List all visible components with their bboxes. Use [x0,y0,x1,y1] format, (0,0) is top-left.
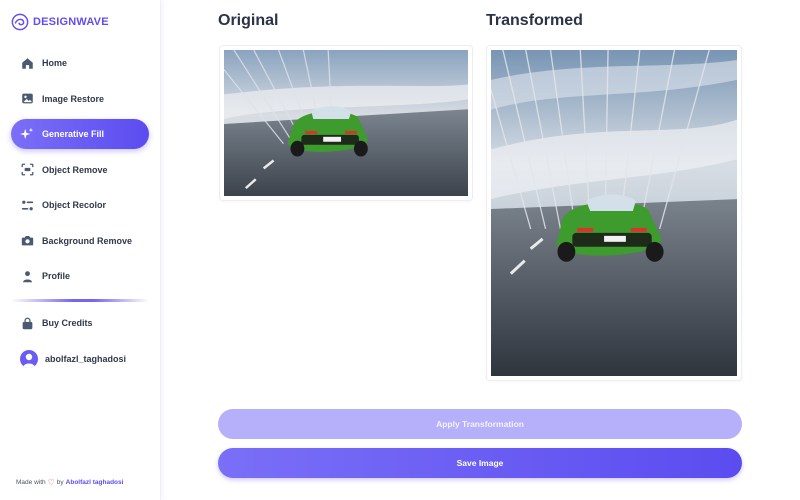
avatar-user-icon [23,353,35,368]
nav-item-background-remove[interactable]: Background Remove [11,226,149,256]
by-text: by [56,479,64,486]
user-name: abolfazl_taghadosi [45,354,127,364]
user-profile-link[interactable]: abolfazl_taghadosi [11,344,149,374]
nav-item-label: Profile [42,271,71,281]
home-icon [20,56,34,70]
sidebar-divider [11,299,149,302]
save-image-button[interactable]: Save Image [218,448,742,478]
nav-item-generative-fill[interactable]: Generative Fill [11,119,149,149]
sidebar: DESIGNWAVE Home Image Restore Generative… [0,0,161,500]
nav-item-object-remove[interactable]: Object Remove [11,155,149,185]
secondary-nav: Buy Credits abolfazl_taghadosi [11,308,149,374]
original-image-card [219,45,473,201]
user-icon [20,269,34,283]
original-title: Original [218,12,279,29]
camera-icon [20,234,34,248]
nav-item-image-restore[interactable]: Image Restore [11,84,149,114]
bag-icon [20,316,34,330]
nav-item-buy-credits[interactable]: Buy Credits [11,308,149,338]
transformed-title: Transformed [486,12,583,29]
brand-name: DESIGNWAVE [33,16,109,28]
made-with-text: Made with [16,479,46,486]
nav-item-label: Buy Credits [42,318,93,328]
image-icon [20,92,34,106]
logo-icon [11,13,29,31]
nav-item-profile[interactable]: Profile [11,261,149,291]
avatar [20,350,38,368]
heart-icon: ♡ [47,478,55,487]
nav-item-label: Generative Fill [42,129,105,139]
main-nav: Home Image Restore Generative Fill Objec… [11,48,149,297]
filter-icon [20,198,34,212]
nav-item-label: Object Remove [42,164,108,175]
sparkles-icon [20,127,34,141]
apply-transformation-button[interactable]: Apply Transformation [218,409,742,439]
nav-item-object-recolor[interactable]: Object Recolor [11,190,149,220]
author-link[interactable]: Abolfazl taghadosi [66,479,124,486]
nav-item-label: Image Restore [42,93,105,104]
footer-credit: Made with ♡ by Abolfazl taghadosi [16,478,123,487]
nav-item-label: Home [42,58,68,68]
transformed-image [491,50,737,376]
original-image [224,50,468,196]
nav-item-label: Background Remove [42,235,133,246]
scan-icon [20,163,34,177]
transformed-image-card [486,45,742,381]
nav-item-label: Object Recolor [42,200,107,210]
brand-logo[interactable]: DESIGNWAVE [11,12,109,32]
nav-item-home[interactable]: Home [11,48,149,78]
